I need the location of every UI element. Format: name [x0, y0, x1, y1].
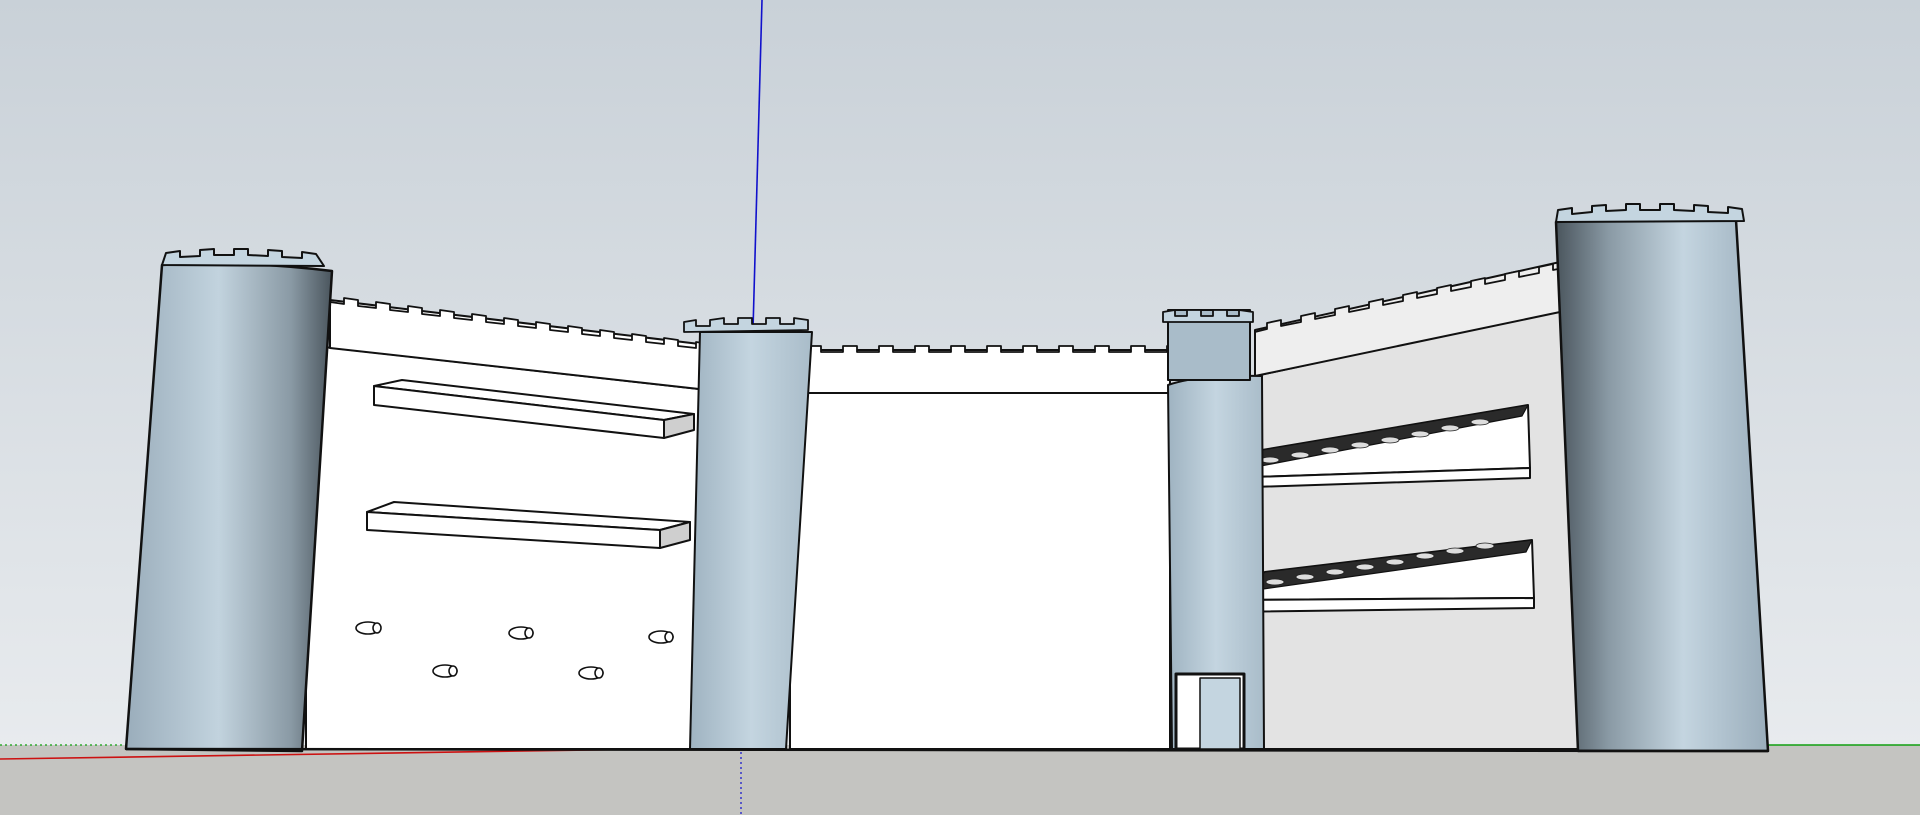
right-wall[interactable] [1259, 309, 1579, 750]
tower-door[interactable] [1199, 677, 1241, 750]
right-big-tower[interactable] [1554, 216, 1770, 753]
left-big-tower[interactable] [124, 262, 334, 753]
scene-canvas[interactable] [0, 0, 1920, 815]
model-viewport[interactable] [0, 0, 1920, 815]
ground-plane [0, 745, 1920, 815]
center-wall-parapet [794, 349, 1171, 394]
center-wall[interactable] [789, 382, 1171, 750]
